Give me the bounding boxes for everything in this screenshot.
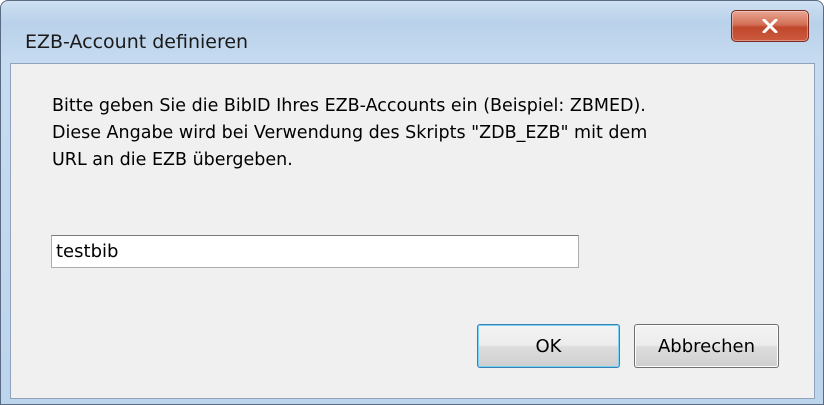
close-icon — [762, 19, 778, 33]
ok-button[interactable]: OK — [477, 324, 620, 368]
dialog-body: Bitte geben Sie die BibID Ihres EZB-Acco… — [10, 63, 815, 399]
cancel-button[interactable]: Abbrechen — [634, 324, 779, 368]
window-title: EZB-Account definieren — [25, 31, 249, 53]
close-button[interactable] — [731, 10, 809, 42]
instruction-line-1: Bitte geben Sie die BibID Ihres EZB-Acco… — [52, 96, 646, 116]
title-bar[interactable]: EZB-Account definieren — [1, 1, 823, 63]
instruction-text: Bitte geben Sie die BibID Ihres EZB-Acco… — [52, 93, 792, 174]
bibid-input[interactable] — [51, 235, 579, 268]
instruction-line-3: URL an die EZB übergeben. — [52, 150, 293, 170]
instruction-line-2: Diese Angabe wird bei Verwendung des Skr… — [52, 123, 648, 143]
dialog-window: EZB-Account definieren Bitte geben Sie d… — [0, 0, 824, 405]
